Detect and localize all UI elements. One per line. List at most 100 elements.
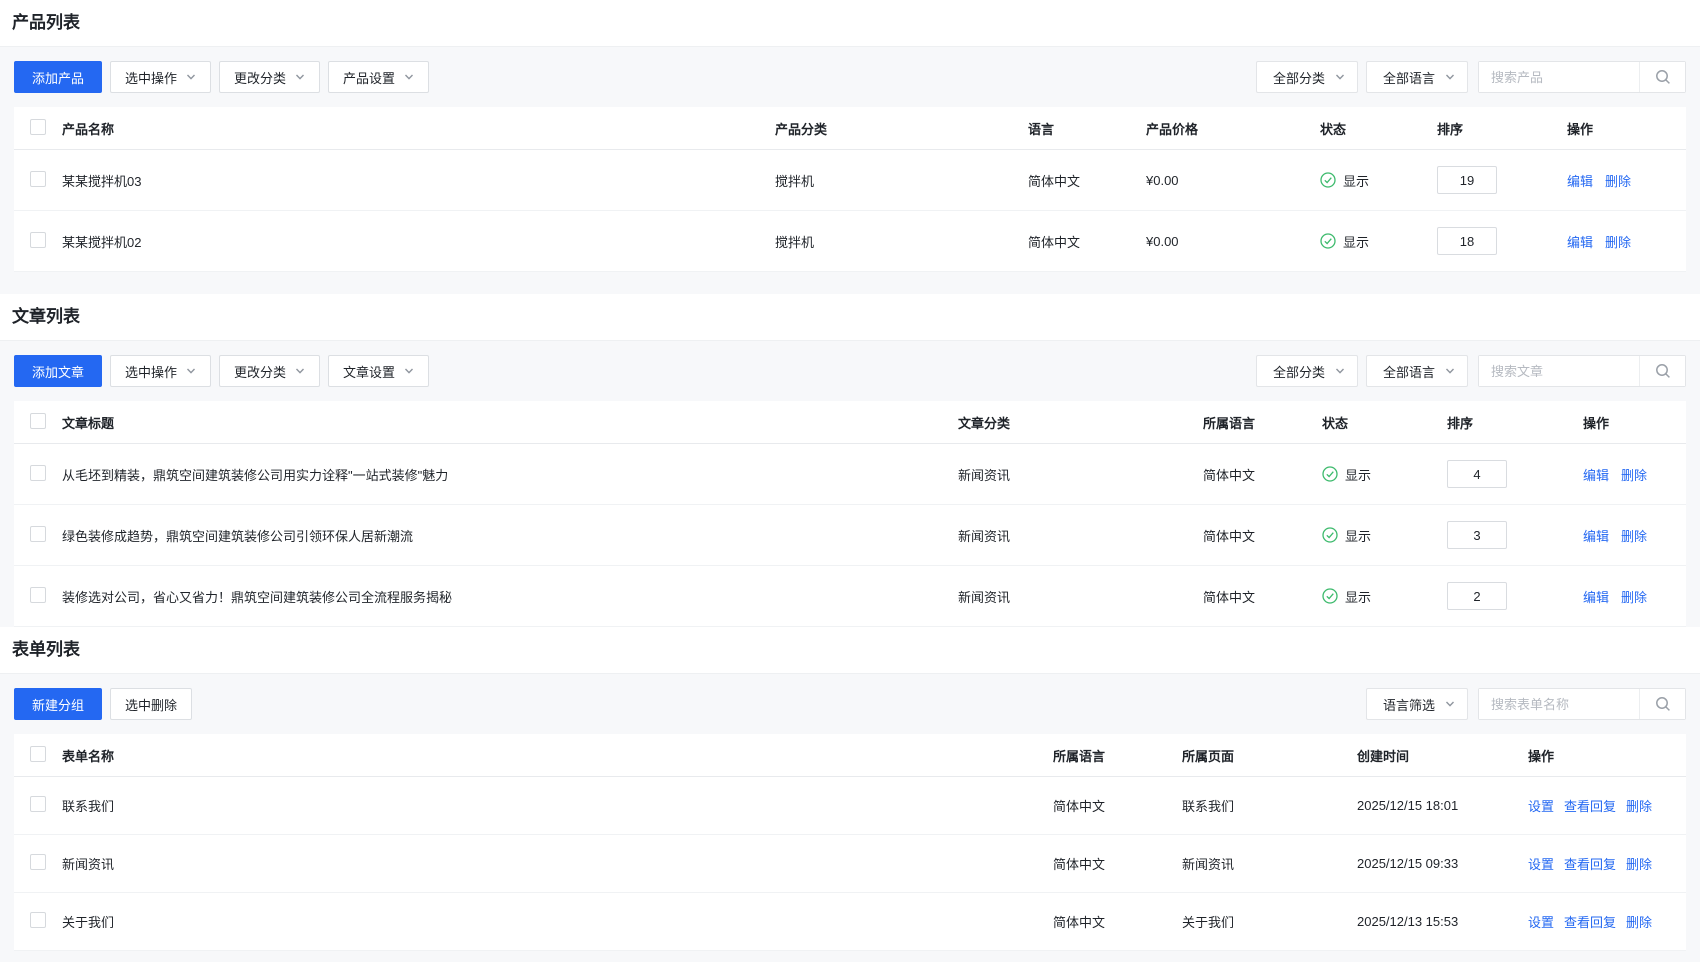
col-article-status: 状态 [1322, 413, 1447, 432]
article-settings-label: 文章设置 [343, 362, 395, 381]
product-search-input[interactable] [1479, 62, 1639, 92]
product-category-filter-dropdown[interactable]: 全部分类 [1256, 61, 1358, 93]
product-search [1478, 61, 1686, 93]
select-all-products-checkbox[interactable] [30, 119, 46, 135]
form-row-actions: 设置查看回复删除 [1528, 854, 1686, 873]
product-name: 某某搅拌机03 [62, 171, 775, 190]
article-delete-link[interactable]: 删除 [1621, 468, 1647, 483]
article-delete-link[interactable]: 删除 [1621, 529, 1647, 544]
forms-toolbar: 新建分组 选中删除 语言筛选 [14, 674, 1686, 734]
form-view-replies-link[interactable]: 查看回复 [1564, 799, 1616, 814]
chevron-down-icon [1335, 366, 1345, 376]
form-search-input[interactable] [1479, 689, 1639, 719]
article-category-filter-dropdown[interactable]: 全部分类 [1256, 355, 1358, 387]
article-batch-actions-dropdown[interactable]: 选中操作 [110, 355, 211, 387]
articles-section: 文章列表 添加文章 选中操作 更改分类 文章设置 全部分类 全部语言 文章标题 … [0, 294, 1700, 627]
product-table-row: 某某搅拌机02 搅拌机 简体中文 ¥0.00 显示 编辑删除 [14, 211, 1686, 272]
product-table-row: 某某搅拌机03 搅拌机 简体中文 ¥0.00 显示 编辑删除 [14, 150, 1686, 211]
form-row-actions: 设置查看回复删除 [1528, 912, 1686, 931]
form-view-replies-link[interactable]: 查看回复 [1564, 915, 1616, 930]
forms-filters: 语言筛选 [1358, 688, 1686, 720]
article-edit-link[interactable]: 编辑 [1583, 468, 1609, 483]
form-created-time: 2025/12/15 09:33 [1357, 856, 1528, 871]
form-table-row: 关于我们 简体中文 关于我们 2025/12/13 15:53 设置查看回复删除 [14, 893, 1686, 951]
article-language-filter-dropdown[interactable]: 全部语言 [1366, 355, 1468, 387]
form-settings-link[interactable]: 设置 [1528, 799, 1554, 814]
check-circle-icon [1320, 233, 1336, 249]
form-page: 关于我们 [1182, 912, 1357, 931]
new-form-group-button[interactable]: 新建分组 [14, 688, 102, 720]
product-row-checkbox[interactable] [30, 171, 46, 187]
product-delete-link[interactable]: 删除 [1605, 235, 1631, 250]
form-row-checkbox[interactable] [30, 912, 46, 928]
forms-section: 表单列表 新建分组 选中删除 语言筛选 表单名称 所属语言 所属页面 创建时间 … [0, 627, 1700, 962]
product-change-category-dropdown[interactable]: 更改分类 [219, 61, 320, 93]
product-status-text: 显示 [1343, 171, 1369, 190]
article-row-checkbox[interactable] [30, 587, 46, 603]
chevron-down-icon [404, 72, 414, 82]
product-sort-input[interactable] [1437, 227, 1497, 255]
product-sort-input[interactable] [1437, 166, 1497, 194]
form-view-replies-link[interactable]: 查看回复 [1564, 857, 1616, 872]
article-sort-input[interactable] [1447, 460, 1507, 488]
article-search-button[interactable] [1639, 356, 1685, 386]
product-category: 搅拌机 [775, 171, 1028, 190]
products-page-title: 产品列表 [12, 12, 1700, 34]
article-category: 新闻资讯 [958, 465, 1203, 484]
article-batch-actions-label: 选中操作 [125, 362, 177, 381]
form-delete-link[interactable]: 删除 [1626, 799, 1652, 814]
article-category-filter-label: 全部分类 [1273, 362, 1325, 381]
product-edit-link[interactable]: 编辑 [1567, 235, 1593, 250]
check-circle-icon [1322, 466, 1338, 482]
form-settings-link[interactable]: 设置 [1528, 857, 1554, 872]
select-all-forms-checkbox[interactable] [30, 746, 46, 762]
forms-table-header: 表单名称 所属语言 所属页面 创建时间 操作 [14, 734, 1686, 777]
search-icon [1654, 695, 1672, 713]
product-batch-actions-label: 选中操作 [125, 68, 177, 87]
product-delete-link[interactable]: 删除 [1605, 174, 1631, 189]
delete-selected-forms-button[interactable]: 选中删除 [110, 688, 192, 720]
select-all-articles-checkbox[interactable] [30, 413, 46, 429]
forms-page-title: 表单列表 [12, 639, 1700, 661]
form-name: 新闻资讯 [62, 854, 1053, 873]
product-language-filter-dropdown[interactable]: 全部语言 [1366, 61, 1468, 93]
product-edit-link[interactable]: 编辑 [1567, 174, 1593, 189]
article-language: 简体中文 [1203, 465, 1322, 484]
article-delete-link[interactable]: 删除 [1621, 590, 1647, 605]
chevron-down-icon [186, 72, 196, 82]
col-product-actions: 操作 [1567, 119, 1686, 138]
col-form-created: 创建时间 [1357, 746, 1528, 765]
form-delete-link[interactable]: 删除 [1626, 915, 1652, 930]
form-row-checkbox[interactable] [30, 854, 46, 870]
form-language-filter-label: 语言筛选 [1383, 695, 1435, 714]
article-change-category-dropdown[interactable]: 更改分类 [219, 355, 320, 387]
form-table-row: 新闻资讯 简体中文 新闻资讯 2025/12/15 09:33 设置查看回复删除 [14, 835, 1686, 893]
article-title: 装修选对公司，省心又省力！鼎筑空间建筑装修公司全流程服务揭秘 [62, 587, 958, 606]
add-product-button[interactable]: 添加产品 [14, 61, 102, 93]
article-edit-link[interactable]: 编辑 [1583, 590, 1609, 605]
form-settings-link[interactable]: 设置 [1528, 915, 1554, 930]
article-row-checkbox[interactable] [30, 526, 46, 542]
add-article-button[interactable]: 添加文章 [14, 355, 102, 387]
article-search-input[interactable] [1479, 356, 1639, 386]
articles-title-bar: 文章列表 [0, 294, 1700, 341]
articles-table-body: 从毛坯到精装，鼎筑空间建筑装修公司用实力诠释"一站式装修"魅力 新闻资讯 简体中… [14, 444, 1686, 627]
product-search-button[interactable] [1639, 62, 1685, 92]
form-row-checkbox[interactable] [30, 796, 46, 812]
article-row-checkbox[interactable] [30, 465, 46, 481]
product-language: 简体中文 [1028, 171, 1146, 190]
form-search-button[interactable] [1639, 689, 1685, 719]
articles-body: 添加文章 选中操作 更改分类 文章设置 全部分类 全部语言 文章标题 文章分类 … [0, 341, 1700, 627]
product-settings-dropdown[interactable]: 产品设置 [328, 61, 429, 93]
form-delete-link[interactable]: 删除 [1626, 857, 1652, 872]
product-batch-actions-dropdown[interactable]: 选中操作 [110, 61, 211, 93]
article-status-badge: 显示 [1322, 465, 1447, 484]
article-edit-link[interactable]: 编辑 [1583, 529, 1609, 544]
product-row-checkbox[interactable] [30, 232, 46, 248]
article-sort-input[interactable] [1447, 582, 1507, 610]
article-settings-dropdown[interactable]: 文章设置 [328, 355, 429, 387]
form-language-filter-dropdown[interactable]: 语言筛选 [1366, 688, 1468, 720]
chevron-down-icon [295, 366, 305, 376]
article-sort-input[interactable] [1447, 521, 1507, 549]
chevron-down-icon [295, 72, 305, 82]
